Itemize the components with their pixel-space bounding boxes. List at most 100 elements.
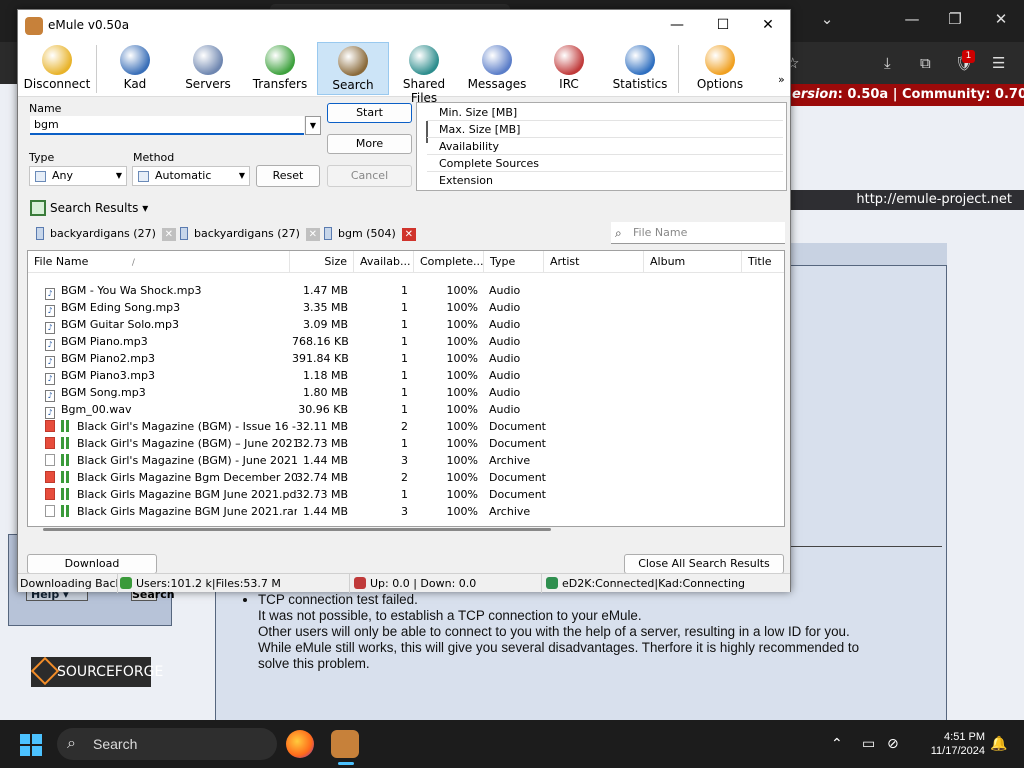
type-select[interactable]: Any ▼ xyxy=(29,166,127,186)
table-row[interactable]: ♪ BGM - You Wa Shock.mp3 1.47 MB 1 100% Audio xyxy=(28,282,768,300)
param-min-size[interactable]: Min. Size [MB] xyxy=(427,104,783,121)
file-name-text: Black Girls Magazine BGM June 2021.pdf xyxy=(77,488,297,501)
toolbar-statistics[interactable]: Statistics xyxy=(606,42,674,95)
tab-search-bgm[interactable]: bgm (504) ✕ xyxy=(320,225,416,243)
toolbar-label: Shared Files xyxy=(402,77,446,105)
toolbar-irc[interactable]: IRC xyxy=(538,42,600,95)
close-tab-icon[interactable]: ✕ xyxy=(401,228,416,241)
download-button[interactable]: Download xyxy=(27,554,157,574)
file-name-text: BGM - You Wa Shock.mp3 xyxy=(61,284,202,297)
cell-complete: 100% xyxy=(446,403,478,416)
cell-complete: 100% xyxy=(446,454,478,467)
extensions-icon[interactable]: ⧉ xyxy=(920,54,931,72)
cell-complete: 100% xyxy=(446,352,478,365)
maximize-button[interactable]: ☐ xyxy=(700,10,746,41)
tab-search-backyardigans-1[interactable]: backyardigans (27) ✕ xyxy=(32,225,176,243)
column-size[interactable]: Size xyxy=(290,251,354,273)
browser-close-icon[interactable]: ✕ xyxy=(986,10,1016,28)
column-title[interactable]: Title xyxy=(742,251,784,273)
taskbar-search[interactable]: ⌕ Search xyxy=(57,728,277,760)
column-artist[interactable]: Artist xyxy=(544,251,644,273)
table-row[interactable]: ♪ BGM Eding Song.mp3 3.35 MB 1 100% Audio xyxy=(28,299,768,317)
browser-minimize-icon[interactable]: — xyxy=(897,10,927,28)
tab-list-chevron-icon[interactable]: ⌄ xyxy=(812,10,842,28)
close-tab-icon[interactable]: ✕ xyxy=(305,228,320,241)
horizontal-scrollbar[interactable] xyxy=(43,528,551,531)
divider xyxy=(790,546,942,547)
file-name-text: Bgm_00.wav xyxy=(61,403,132,416)
method-select[interactable]: Automatic ▼ xyxy=(132,166,250,186)
table-row[interactable]: Black Girls Magazine Bgm December 2022..… xyxy=(28,469,768,486)
table-row[interactable]: ♪ BGM Piano.mp3 768.16 KB 1 100% Audio xyxy=(28,333,768,351)
table-row[interactable]: ♪ Bgm_00.wav 30.96 KB 1 100% Audio xyxy=(28,401,768,419)
volume-muted-icon[interactable]: ⊘ xyxy=(887,736,899,752)
availability-bars-icon xyxy=(61,420,71,432)
pdf-file-icon xyxy=(45,420,55,432)
table-row[interactable]: ♪ BGM Piano2.mp3 391.84 KB 1 100% Audio xyxy=(28,350,768,368)
search-parameters-list[interactable]: Min. Size [MB] Max. Size [MB] Availabili… xyxy=(416,102,787,191)
sourceforge-logo[interactable]: SOURCEFORGE xyxy=(30,656,163,687)
name-history-dropdown[interactable]: ▼ xyxy=(305,116,321,135)
column-availability[interactable]: Availab... xyxy=(354,251,414,273)
toolbar-options[interactable]: Options xyxy=(686,42,754,95)
column-type[interactable]: Type xyxy=(484,251,544,273)
table-row[interactable]: Black Girls Magazine BGM June 2021.pdf 32… xyxy=(28,486,768,503)
search-results-list[interactable]: File Name / Size Availab... Complete... … xyxy=(27,250,785,527)
table-row[interactable]: Black Girls Magazine BGM June 2021.rar 1.… xyxy=(28,503,768,520)
toolbar-overflow-icon[interactable]: » xyxy=(778,73,785,86)
param-extension[interactable]: Extension xyxy=(427,172,783,189)
toolbar-disconnect[interactable]: Disconnect xyxy=(22,42,92,95)
minimize-button[interactable]: — xyxy=(654,10,700,41)
toolbar-shared-files[interactable]: Shared Files xyxy=(390,42,458,105)
downloads-icon[interactable]: ⤓ xyxy=(884,54,891,72)
table-row[interactable]: ♪ BGM Song.mp3 1.80 MB 1 100% Audio xyxy=(28,384,768,402)
toolbar-transfers[interactable]: Transfers xyxy=(246,42,314,95)
search-results-menu[interactable]: Search Results ▾ xyxy=(50,201,148,215)
column-file-name[interactable]: File Name / xyxy=(28,251,290,273)
table-row[interactable]: Black Girl's Magazine (BGM) - June 2021.… xyxy=(28,452,768,469)
more-button[interactable]: More xyxy=(327,134,412,154)
cell-type: Document xyxy=(489,471,546,484)
file-name-text: BGM Piano3.mp3 xyxy=(61,369,155,382)
site-url[interactable]: http://emule-project.net xyxy=(856,192,1012,207)
menu-icon[interactable]: ☰ xyxy=(992,54,1005,72)
cell-file-name: Black Girls Magazine BGM June 2021.rar xyxy=(45,503,297,520)
close-button[interactable]: ✕ xyxy=(745,10,791,41)
browser-restore-icon[interactable]: ❐ xyxy=(940,10,970,28)
column-complete[interactable]: Complete... xyxy=(414,251,484,273)
toolbar-search[interactable]: Search xyxy=(317,42,389,95)
toolbar-label: Options xyxy=(696,77,744,91)
windows-start-icon[interactable] xyxy=(20,734,42,756)
file-name-filter-input[interactable]: ⌕ File Name xyxy=(611,222,785,244)
table-row[interactable]: ♪ BGM Guitar Solo.mp3 3.09 MB 1 100% Audio xyxy=(28,316,768,334)
tray-overflow-icon[interactable]: ⌃ xyxy=(831,736,843,752)
cell-file-name: Black Girls Magazine Bgm December 2022..… xyxy=(45,469,297,486)
method-label: Method xyxy=(133,151,175,164)
toolbar-servers[interactable]: Servers xyxy=(174,42,242,95)
table-row[interactable]: ♪ BGM Piano3.mp3 1.18 MB 1 100% Audio xyxy=(28,367,768,385)
close-all-results-button[interactable]: Close All Search Results xyxy=(624,554,784,574)
table-row[interactable]: Black Girl's Magazine (BGM) - Issue 16 -… xyxy=(28,418,768,435)
param-complete-sources[interactable]: Complete Sources xyxy=(427,155,783,172)
status-users-text: Users:101.2 k|Files:53.7 M xyxy=(136,577,281,590)
reset-button[interactable]: Reset xyxy=(256,165,320,187)
network-tray-icon[interactable]: ▭ xyxy=(862,736,875,752)
taskbar-clock[interactable]: 4:51 PM 11/17/2024 xyxy=(915,730,985,758)
param-max-size[interactable]: Max. Size [MB] xyxy=(427,121,783,138)
start-button[interactable]: Start xyxy=(327,103,412,123)
notifications-bell-icon[interactable]: 🔔 xyxy=(990,736,1007,752)
cell-file-name: ♪ BGM Piano3.mp3 xyxy=(45,367,297,385)
title-bar[interactable]: eMule v0.50a — ☐ ✕ xyxy=(18,10,790,41)
close-tab-icon[interactable]: ✕ xyxy=(161,228,176,241)
toolbar-kad[interactable]: Kad xyxy=(104,42,166,95)
emule-taskbar-icon[interactable] xyxy=(331,730,359,758)
toolbar-messages[interactable]: Messages xyxy=(463,42,531,95)
firefox-icon[interactable] xyxy=(286,730,314,758)
table-row[interactable]: Black Girl's Magazine (BGM) – June 2021.… xyxy=(28,435,768,452)
param-availability[interactable]: Availability xyxy=(427,138,783,155)
column-album[interactable]: Album xyxy=(644,251,742,273)
cell-type: Audio xyxy=(489,352,521,365)
search-name-input[interactable]: bgm xyxy=(30,116,304,135)
tab-search-backyardigans-2[interactable]: backyardigans (27) ✕ xyxy=(176,225,320,243)
cancel-button[interactable]: Cancel xyxy=(327,165,412,187)
